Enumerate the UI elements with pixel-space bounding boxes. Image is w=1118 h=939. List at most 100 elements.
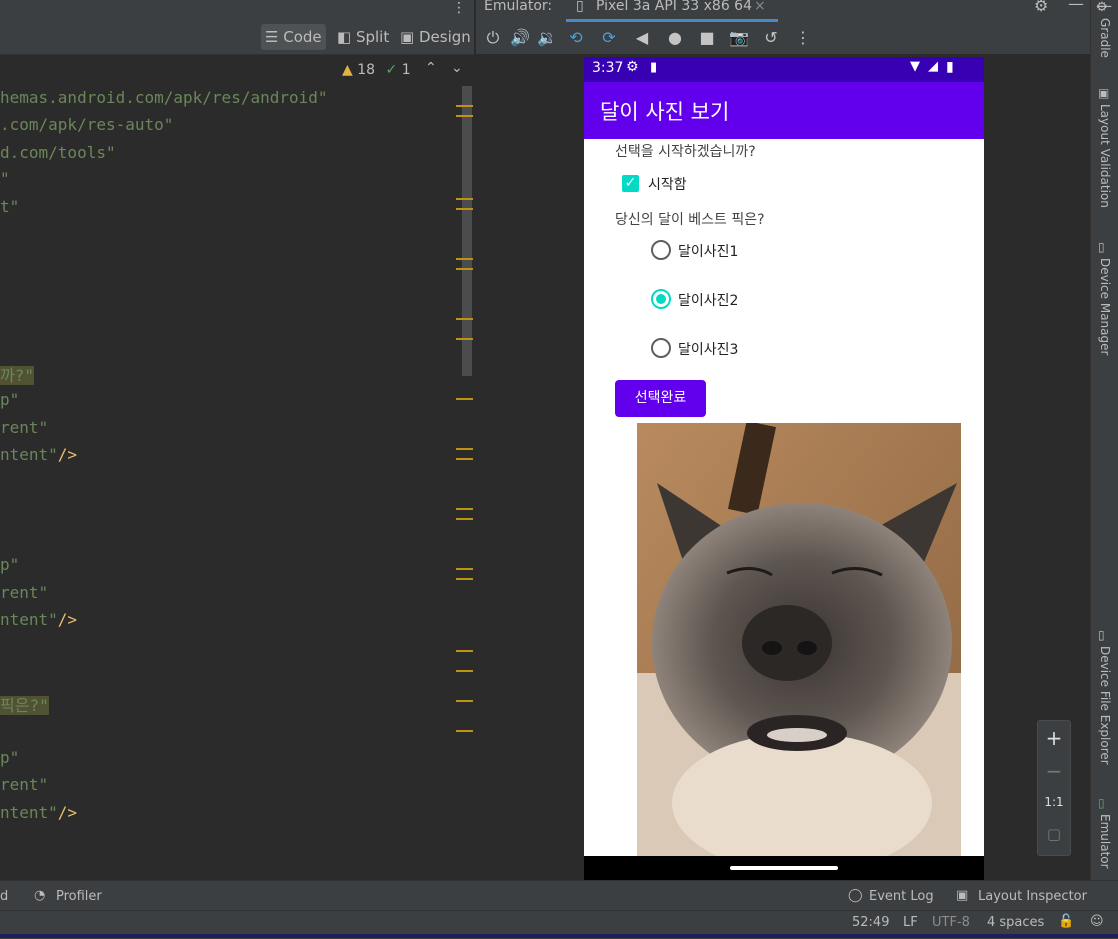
- profiler-tab[interactable]: Profiler: [56, 889, 102, 904]
- event-log-tab[interactable]: Event Log: [869, 889, 934, 904]
- code-text: ": [0, 169, 10, 188]
- rotate-right-icon[interactable]: ⟳: [598, 27, 620, 49]
- code-text: 픽은?": [0, 696, 49, 715]
- done-button[interactable]: 선택완료: [615, 380, 706, 417]
- more-icon[interactable]: ⋮: [452, 0, 466, 16]
- caret-position[interactable]: 52:49: [852, 915, 889, 930]
- warning-marker[interactable]: [456, 578, 473, 580]
- device-file-explorer-tab[interactable]: Device File Explorer: [1098, 646, 1112, 765]
- indent-setting[interactable]: 4 spaces: [987, 915, 1044, 930]
- warning-marker[interactable]: [456, 105, 473, 107]
- code-line: 픽은?": [0, 692, 49, 716]
- editor-tab-bar: ⋮: [0, 0, 474, 22]
- lock-icon[interactable]: 🔓: [1058, 914, 1074, 929]
- code-text: p": [0, 390, 20, 409]
- layout-inspector-tab[interactable]: Layout Inspector: [978, 889, 1087, 904]
- zoom-controls: + − 1:1 ▢: [1037, 720, 1071, 856]
- start-checkbox[interactable]: ✓ 시작함: [622, 174, 832, 194]
- code-line: ntent"/>: [0, 803, 77, 822]
- device-tab[interactable]: Pixel 3a API 33 x86 64: [596, 0, 752, 14]
- line-separator[interactable]: LF: [903, 915, 918, 930]
- checkbox-label: 시작함: [648, 177, 687, 193]
- split-mode-button[interactable]: ◧ Split: [333, 24, 393, 50]
- more-icon[interactable]: ⋮: [792, 27, 814, 49]
- cat-photo: [637, 423, 961, 856]
- warning-marker[interactable]: [456, 338, 473, 340]
- emulator-tab[interactable]: Emulator: [1098, 814, 1112, 869]
- emulator-settings-icon[interactable]: ⚙: [1034, 0, 1048, 15]
- warning-marker[interactable]: [456, 700, 473, 702]
- design-mode-button[interactable]: ▣ Design: [396, 24, 475, 50]
- start-question-text: 선택을 시작하겠습니까?: [615, 144, 756, 160]
- warning-marker[interactable]: [456, 458, 473, 460]
- warning-marker[interactable]: [456, 518, 473, 520]
- replay-icon[interactable]: ↺: [760, 27, 782, 49]
- zoom-one-to-one[interactable]: 1:1: [1038, 795, 1070, 809]
- warning-marker[interactable]: [456, 568, 473, 570]
- code-line: d.com/tools": [0, 143, 116, 162]
- warning-marker[interactable]: [456, 448, 473, 450]
- layout-validation-tab[interactable]: Layout Validation: [1098, 104, 1112, 208]
- overview-icon[interactable]: ■: [696, 27, 718, 49]
- inspection-widget[interactable]: ▲ 18 ✓ 1: [342, 62, 411, 78]
- code-line: ": [0, 169, 10, 188]
- warning-marker[interactable]: [456, 258, 473, 260]
- warning-marker[interactable]: [456, 730, 473, 732]
- radio-unselected-icon: [651, 338, 671, 358]
- code-line: rent": [0, 775, 48, 794]
- editor-scrollbar[interactable]: [462, 86, 472, 376]
- device-manager-icon: ▯: [1098, 240, 1105, 254]
- radio-selected-icon: [651, 289, 671, 309]
- phone-screen[interactable]: 3:37 ⚙ ▮ ▼ ◢ ▮ 달이 사진 보기 선택을 시작하겠습니까? ✓ 시…: [584, 57, 984, 880]
- best-pick-question-text: 당신의 달이 베스트 픽은?: [615, 212, 765, 228]
- previous-highlight-icon[interactable]: ⌃: [425, 60, 437, 76]
- code-line: p": [0, 390, 19, 409]
- home-gesture-handle[interactable]: [730, 866, 838, 870]
- radio-option[interactable]: 달이사진3: [651, 338, 851, 360]
- rotate-left-icon[interactable]: ⟲: [565, 27, 587, 49]
- code-line: rent": [0, 418, 48, 437]
- warning-marker[interactable]: [456, 650, 473, 652]
- radio-option[interactable]: 달이사진1: [651, 240, 851, 262]
- warning-marker[interactable]: [456, 115, 473, 117]
- warning-marker[interactable]: [456, 208, 473, 210]
- status-accent-line: [0, 934, 1118, 938]
- code-text: p": [0, 555, 20, 574]
- ok-check-icon: ✓: [385, 62, 398, 78]
- warning-icon: ▲: [342, 62, 353, 78]
- back-icon[interactable]: ◀: [631, 27, 653, 49]
- warning-marker[interactable]: [456, 268, 473, 270]
- code-text: rent": [0, 775, 49, 794]
- home-icon[interactable]: ●: [664, 27, 686, 49]
- code-text: .com/apk/res-auto": [0, 115, 174, 134]
- close-tab-icon[interactable]: ×: [754, 0, 766, 14]
- emulator-header: Emulator: ▯ Pixel 3a API 33 x86 64 ×: [476, 0, 1090, 22]
- power-icon[interactable]: ⏻: [482, 27, 504, 49]
- device-manager-tab[interactable]: Device Manager: [1098, 258, 1112, 355]
- build-tab[interactable]: d: [0, 889, 8, 904]
- notifications-icon[interactable]: ☺: [1090, 914, 1104, 929]
- warning-marker[interactable]: [456, 318, 473, 320]
- code-line: ntent"/>: [0, 445, 77, 464]
- fit-screen-icon[interactable]: ▢: [1038, 825, 1070, 843]
- warning-marker[interactable]: [456, 670, 473, 672]
- minimize-icon[interactable]: —: [1096, 0, 1112, 15]
- code-text: rent": [0, 583, 49, 602]
- file-encoding[interactable]: UTF-8: [932, 915, 970, 930]
- emulator-minimize-icon[interactable]: —: [1068, 0, 1084, 13]
- camera-icon[interactable]: 📷: [728, 27, 750, 49]
- zoom-in-icon[interactable]: +: [1038, 726, 1070, 750]
- warning-marker[interactable]: [456, 198, 473, 200]
- clock: 3:37: [592, 60, 624, 76]
- volume-up-icon[interactable]: 🔊: [509, 27, 531, 49]
- next-highlight-icon[interactable]: ⌄: [451, 60, 463, 76]
- code-line: .com/apk/res-auto": [0, 115, 173, 134]
- warning-marker[interactable]: [456, 398, 473, 400]
- volume-down-icon[interactable]: 🔉: [536, 27, 558, 49]
- gradle-tab[interactable]: Gradle: [1098, 18, 1112, 58]
- zoom-out-icon[interactable]: −: [1038, 759, 1070, 783]
- code-mode-button[interactable]: ☰ Code: [261, 24, 326, 50]
- radio-option[interactable]: 달이사진2: [651, 289, 851, 311]
- radio-dot: [656, 294, 666, 304]
- warning-marker[interactable]: [456, 508, 473, 510]
